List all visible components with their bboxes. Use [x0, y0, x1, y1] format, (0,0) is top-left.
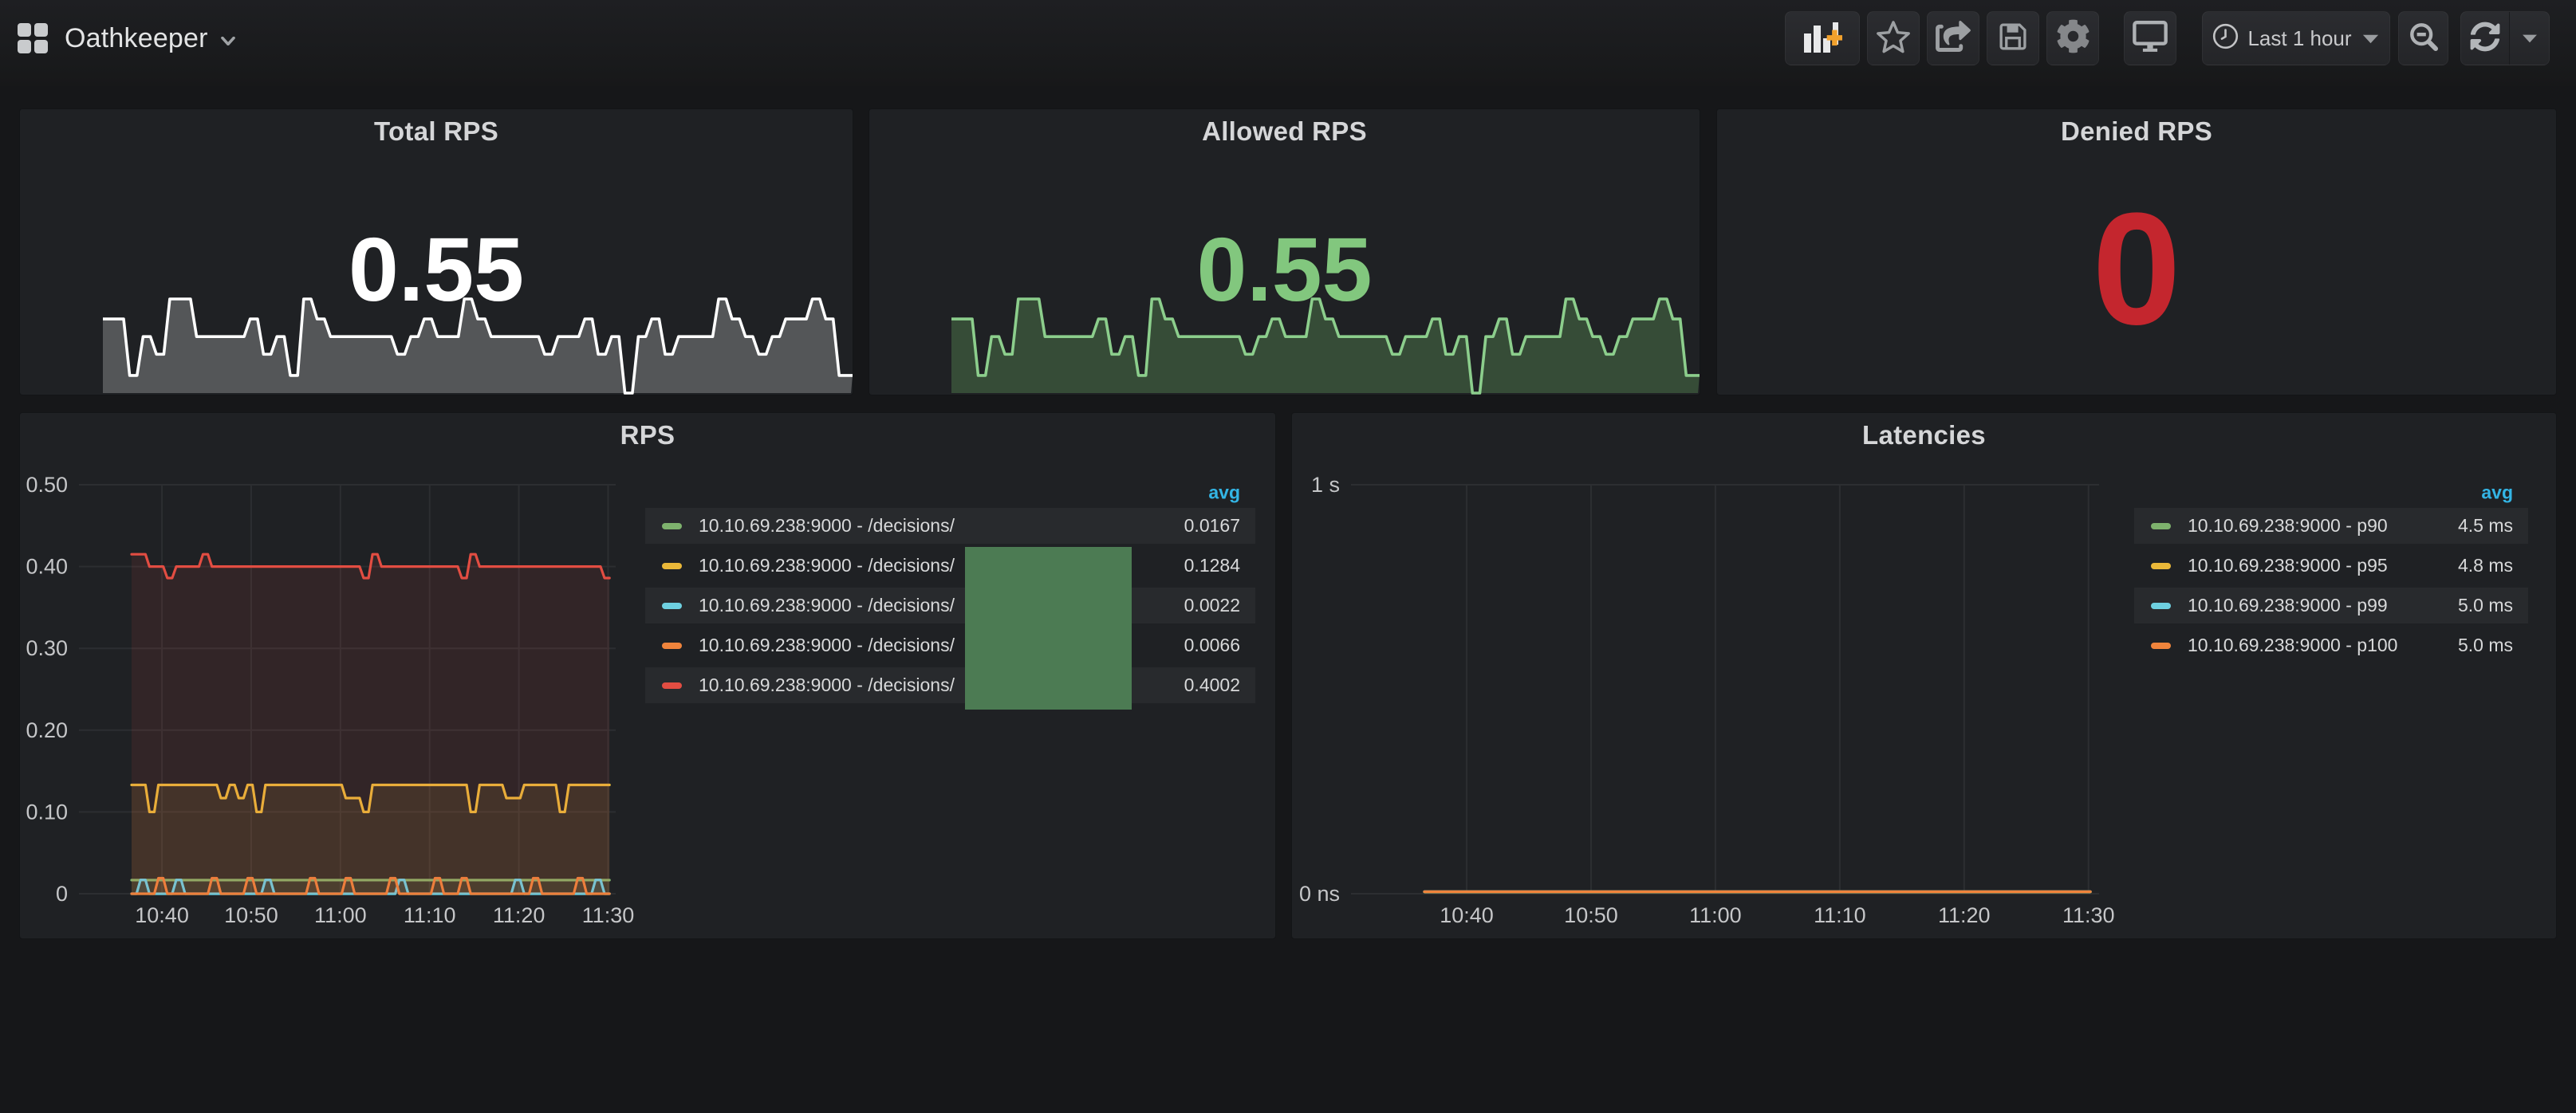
- refresh-icon: [2470, 22, 2500, 56]
- latencies-legend: avg 10.10.69.238:9000 - p90 4.5 ms 10.10…: [2134, 468, 2528, 667]
- x-tick-label: 10:40: [1440, 903, 1494, 927]
- legend-row: 10.10.69.238:9000 - /decisions/ 0.0066: [645, 627, 1255, 663]
- series-avg-value: 5.0 ms: [2458, 635, 2513, 656]
- share-button[interactable]: [1927, 11, 1979, 65]
- add-panel-icon: [1802, 21, 1842, 57]
- add-panel-button[interactable]: [1785, 11, 1860, 65]
- x-tick-label: 10:50: [224, 903, 278, 927]
- y-tick-label: 0 ns: [1299, 882, 1340, 906]
- dashboard-title-caret-icon[interactable]: [221, 35, 235, 49]
- series-color-swatch[interactable]: [662, 563, 682, 569]
- series-avg-value: 5.0 ms: [2458, 595, 2513, 616]
- series-label[interactable]: 10.10.69.238:9000 - p90: [2188, 515, 2388, 537]
- monitor-icon: [2133, 21, 2168, 57]
- x-tick-label: 10:40: [135, 903, 189, 927]
- series-avg-value: 4.5 ms: [2458, 515, 2513, 537]
- panel-total-rps: Total RPS 0.55: [19, 108, 853, 395]
- legend-row: 10.10.69.238:9000 - /decisions/ 0.4002: [645, 667, 1255, 703]
- series-label[interactable]: 10.10.69.238:9000 - /decisions/: [699, 595, 955, 616]
- x-tick-label: 11:30: [582, 903, 635, 927]
- series-color-swatch[interactable]: [662, 523, 682, 529]
- series-avg-value: 0.0066: [1184, 635, 1240, 656]
- legend-avg-header[interactable]: avg: [1208, 482, 1240, 504]
- legend-avg-header[interactable]: avg: [2481, 482, 2513, 504]
- zoom-out-icon: [2407, 20, 2440, 57]
- time-range-label: Last 1 hour: [2247, 26, 2351, 51]
- allowed-rps-value: 0.55: [869, 109, 1700, 395]
- y-tick-label: 0.10: [26, 800, 68, 824]
- legend-row: 10.10.69.238:9000 - p100 5.0 ms: [2134, 627, 2528, 663]
- tooltip-artifact-overlay: [965, 547, 1132, 710]
- rps-legend: avg 10.10.69.238:9000 - /decisions/ 0.01…: [645, 468, 1255, 707]
- clock-icon: [2212, 23, 2239, 53]
- y-tick-label: 0.50: [26, 473, 68, 497]
- refresh-split-button: [2460, 11, 2550, 65]
- series-label[interactable]: 10.10.69.238:9000 - p99: [2188, 595, 2388, 616]
- navbar: Oathkeeper: [0, 0, 2576, 86]
- save-icon: [1997, 22, 2029, 56]
- series-color-swatch[interactable]: [2151, 643, 2171, 649]
- series-color-swatch[interactable]: [662, 603, 682, 609]
- x-tick-label: 11:20: [493, 903, 546, 927]
- series-label[interactable]: 10.10.69.238:9000 - /decisions/: [699, 635, 955, 656]
- panel-latencies: Latencies 1 s0 ns10:4010:5011:0011:1011:…: [1291, 412, 2557, 939]
- total-rps-value: 0.55: [20, 109, 853, 395]
- legend-row: 10.10.69.238:9000 - p90 4.5 ms: [2134, 508, 2528, 544]
- legend-row: 10.10.69.238:9000 - /decisions/ 0.1284: [645, 548, 1255, 584]
- series-color-swatch[interactable]: [662, 643, 682, 649]
- series-color-swatch[interactable]: [2151, 603, 2171, 609]
- x-tick-label: 11:00: [1689, 903, 1742, 927]
- series-label[interactable]: 10.10.69.238:9000 - /decisions/: [699, 555, 955, 576]
- time-range-caret-icon: [2361, 33, 2380, 49]
- legend-row: 10.10.69.238:9000 - /decisions/ 0.0022: [645, 588, 1255, 623]
- series-avg-value: 0.0167: [1184, 515, 1240, 537]
- series-label[interactable]: 10.10.69.238:9000 - /decisions/: [699, 515, 955, 537]
- save-button[interactable]: [1987, 11, 2039, 65]
- panel-rps: RPS 0.500.400.300.200.10010:4010:5011:00…: [19, 412, 1276, 939]
- star-icon: [1876, 20, 1911, 57]
- y-tick-label: 0.20: [26, 718, 68, 742]
- panel-denied-rps: Denied RPS 0: [1716, 108, 2557, 395]
- grafana-dashboards-grid-icon[interactable]: [18, 23, 48, 53]
- y-tick-label: 0.40: [26, 555, 68, 579]
- series-label[interactable]: 10.10.69.238:9000 - p95: [2188, 555, 2388, 576]
- x-tick-label: 10:50: [1564, 903, 1618, 927]
- legend-row: 10.10.69.238:9000 - p99 5.0 ms: [2134, 588, 2528, 623]
- x-tick-label: 11:10: [404, 903, 456, 927]
- star-button[interactable]: [1867, 11, 1920, 65]
- series-fill: [132, 554, 609, 894]
- zoom-out-button[interactable]: [2398, 11, 2448, 65]
- share-icon: [1936, 21, 1971, 56]
- series-color-swatch[interactable]: [2151, 523, 2171, 529]
- x-tick-label: 11:10: [1814, 903, 1866, 927]
- series-avg-value: 0.0022: [1184, 595, 1240, 616]
- refresh-interval-caret-button[interactable]: [2510, 12, 2549, 65]
- x-tick-label: 11:30: [2062, 903, 2115, 927]
- legend-row: 10.10.69.238:9000 - p95 4.8 ms: [2134, 548, 2528, 584]
- series-label[interactable]: 10.10.69.238:9000 - p100: [2188, 635, 2397, 656]
- refresh-button[interactable]: [2461, 12, 2510, 65]
- series-color-swatch[interactable]: [662, 682, 682, 689]
- series-avg-value: 4.8 ms: [2458, 555, 2513, 576]
- series-avg-value: 0.4002: [1184, 674, 1240, 696]
- series-color-swatch[interactable]: [2151, 563, 2171, 569]
- y-tick-label: 1 s: [1311, 473, 1340, 497]
- tv-mode-button[interactable]: [2124, 11, 2176, 65]
- settings-button[interactable]: [2046, 11, 2099, 65]
- denied-rps-value: 0: [1717, 109, 2556, 395]
- x-tick-label: 11:00: [314, 903, 367, 927]
- gear-icon: [2056, 19, 2090, 57]
- series-label[interactable]: 10.10.69.238:9000 - /decisions/: [699, 674, 955, 696]
- y-tick-label: 0: [56, 882, 68, 906]
- y-tick-label: 0.30: [26, 636, 68, 660]
- time-range-picker[interactable]: Last 1 hour: [2202, 11, 2390, 65]
- legend-row: 10.10.69.238:9000 - /decisions/ 0.0167: [645, 508, 1255, 544]
- x-tick-label: 11:20: [1938, 903, 1991, 927]
- series-avg-value: 0.1284: [1184, 555, 1240, 576]
- dashboard-title[interactable]: Oathkeeper: [65, 23, 208, 54]
- panel-allowed-rps: Allowed RPS 0.55: [869, 108, 1700, 395]
